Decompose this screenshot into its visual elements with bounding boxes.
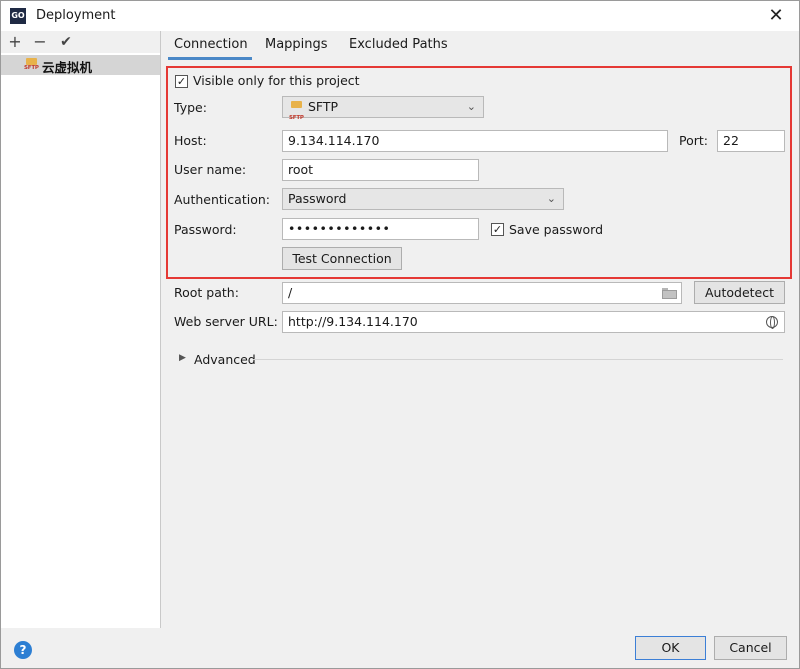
visible-only-checkbox[interactable]: ✓ <box>175 75 188 88</box>
password-input[interactable]: ••••••••••••• <box>282 218 479 240</box>
cancel-button[interactable]: Cancel <box>714 636 787 660</box>
globe-icon[interactable] <box>766 316 778 329</box>
chevron-down-icon: ⌄ <box>546 192 556 205</box>
help-icon[interactable]: ? <box>14 641 32 659</box>
tab-mappings[interactable]: Mappings <box>265 37 328 52</box>
autodetect-button[interactable]: Autodetect <box>694 281 785 304</box>
type-select[interactable]: SFTP SFTP ⌄ <box>282 96 484 121</box>
type-value: SFTP <box>308 99 339 114</box>
server-name: 云虚拟机 <box>42 60 93 75</box>
authentication-select[interactable]: Password ⌄ <box>282 188 564 210</box>
save-password-label: Save password <box>509 222 604 237</box>
chevron-down-icon: ⌄ <box>466 100 476 113</box>
active-tab-indicator <box>168 57 252 60</box>
ok-button[interactable]: OK <box>635 636 706 660</box>
folder-icon[interactable] <box>662 288 677 299</box>
host-label: Host: <box>174 133 207 148</box>
root-path-label: Root path: <box>174 285 239 300</box>
username-label: User name: <box>174 162 247 177</box>
web-server-url-input[interactable]: http://9.134.114.170 <box>282 311 785 333</box>
title-bar: GO Deployment ✕ <box>1 1 799 31</box>
test-connection-button[interactable]: Test Connection <box>282 247 402 270</box>
port-input[interactable]: 22 <box>717 130 785 152</box>
password-label: Password: <box>174 222 237 237</box>
window-title: Deployment <box>36 8 116 23</box>
type-label: Type: <box>174 100 207 115</box>
username-input[interactable]: root <box>282 159 479 181</box>
web-server-url-label: Web server URL: <box>174 314 278 329</box>
root-path-input[interactable]: / <box>282 282 682 304</box>
authentication-label: Authentication: <box>174 192 270 207</box>
sftp-type-icon: SFTP <box>289 101 305 121</box>
tab-connection[interactable]: Connection <box>174 37 248 52</box>
tab-excluded-paths[interactable]: Excluded Paths <box>349 37 448 52</box>
goland-app-icon: GO <box>10 8 26 24</box>
server-list-item[interactable]: SFTP 云虚拟机 <box>1 55 160 75</box>
save-password-checkbox[interactable]: ✓ <box>491 223 504 236</box>
remove-server-button[interactable]: − <box>30 32 50 52</box>
sftp-icon: SFTP <box>24 58 40 72</box>
visible-only-label: Visible only for this project <box>193 73 360 88</box>
web-server-url-value: http://9.134.114.170 <box>288 314 418 329</box>
server-list-toolbar: + − ✔ <box>1 31 160 53</box>
advanced-divider <box>253 359 783 360</box>
advanced-toggle[interactable]: Advanced <box>194 352 256 367</box>
root-path-value: / <box>288 285 293 300</box>
port-label: Port: <box>679 133 708 148</box>
close-button[interactable]: ✕ <box>763 4 789 28</box>
deployment-dialog: GO Deployment ✕ + − ✔ SFTP 云虚拟机 Connecti… <box>0 0 800 669</box>
set-default-server-button[interactable]: ✔ <box>56 32 76 52</box>
server-list-panel: + − ✔ SFTP 云虚拟机 <box>1 31 161 628</box>
host-input[interactable]: 9.134.114.170 <box>282 130 668 152</box>
add-server-button[interactable]: + <box>5 32 25 52</box>
authentication-value: Password <box>288 191 347 206</box>
tab-bar: Connection Mappings Excluded Paths <box>161 31 799 61</box>
expand-triangle-icon[interactable]: ▶ <box>179 353 186 363</box>
